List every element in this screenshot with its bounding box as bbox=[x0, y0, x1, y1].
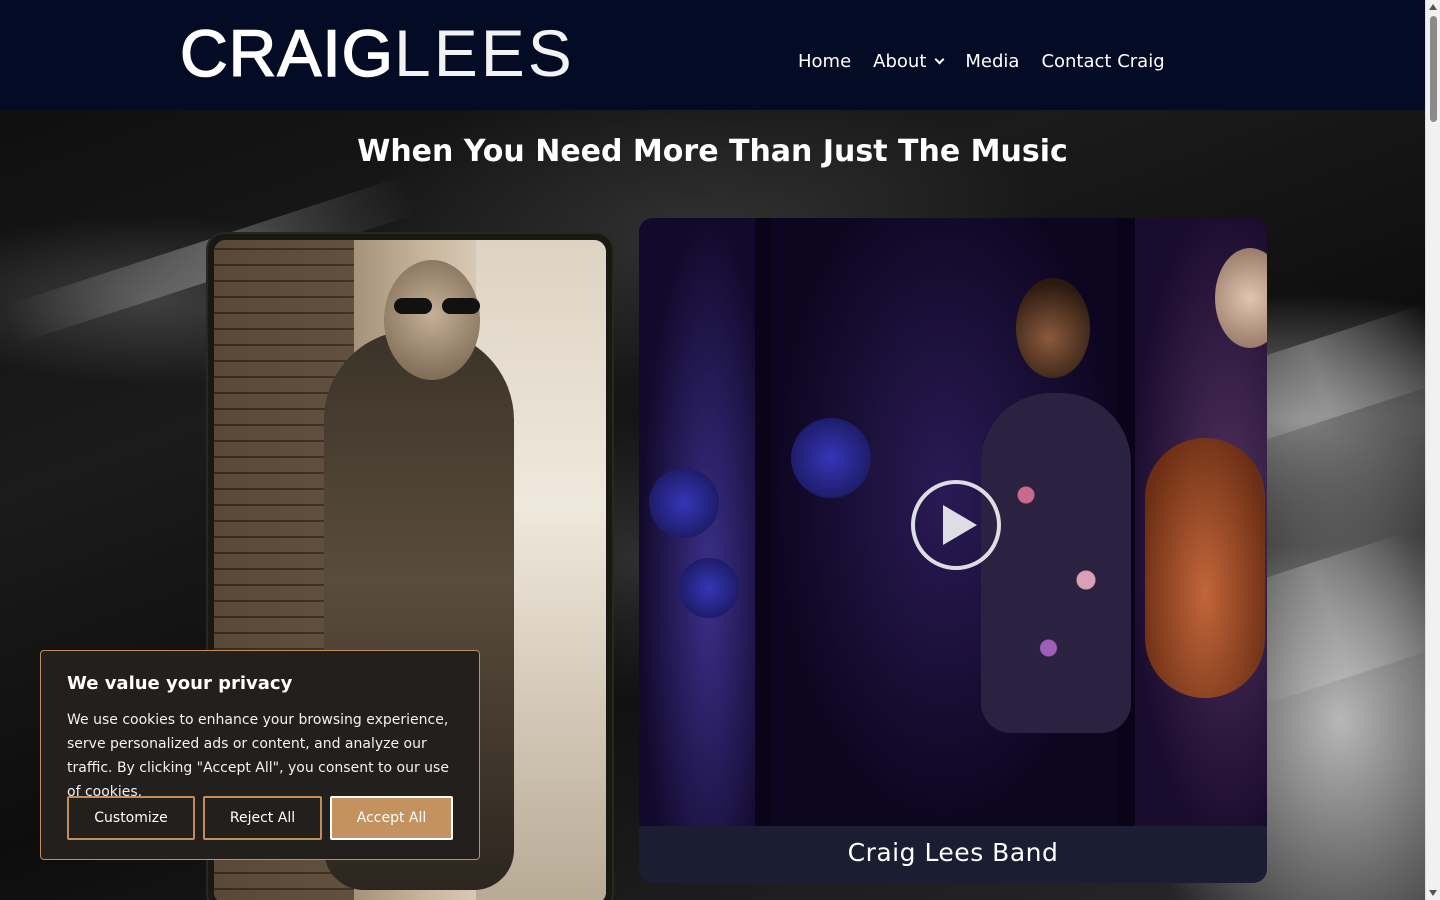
hero-title: When You Need More Than Just The Music bbox=[357, 134, 1068, 169]
video-caption: Craig Lees Band bbox=[639, 826, 1267, 883]
drum bbox=[791, 418, 871, 498]
nav-item-label: Home bbox=[798, 50, 852, 72]
play-triangle bbox=[943, 505, 977, 545]
sunglasses bbox=[394, 298, 480, 314]
guitar bbox=[1145, 438, 1265, 698]
reject-all-button[interactable]: Reject All bbox=[203, 796, 322, 840]
site-logo[interactable]: CRAIGLEES bbox=[179, 16, 575, 90]
play-icon[interactable] bbox=[911, 480, 1001, 570]
nav-item-label: Contact Craig bbox=[1041, 50, 1165, 72]
singer-dress bbox=[981, 393, 1131, 733]
logo-text-bold: CRAIG bbox=[179, 16, 395, 90]
accept-all-button[interactable]: Accept All bbox=[330, 796, 453, 840]
nav-item-about[interactable]: About bbox=[873, 50, 945, 72]
cookie-body: We use cookies to enhance your browsing … bbox=[67, 712, 449, 800]
chevron-down-icon bbox=[934, 54, 945, 64]
cookie-title: We value your privacy bbox=[67, 673, 293, 694]
video-panel-drummer bbox=[639, 218, 755, 826]
singer-head bbox=[1016, 278, 1090, 378]
nav-item-media[interactable]: Media bbox=[965, 51, 1019, 72]
nav-item-home[interactable]: Home bbox=[798, 51, 851, 72]
drum bbox=[649, 468, 719, 538]
video-panel-guitarist bbox=[1135, 218, 1267, 826]
nav-item-label: Media bbox=[965, 50, 1020, 72]
logo-text-light: LEES bbox=[394, 16, 575, 90]
cookie-consent-banner: We value your privacy We use cookies to … bbox=[40, 650, 480, 860]
drum bbox=[679, 558, 739, 618]
page-scrollbar[interactable] bbox=[1425, 0, 1440, 900]
nav-item-contact[interactable]: Contact Craig bbox=[1041, 51, 1164, 72]
guitarist-head bbox=[1215, 248, 1267, 348]
main-nav: Home About Media Contact Craig bbox=[798, 48, 1165, 74]
site-header: CRAIGLEES Home About Media Contact Craig bbox=[0, 0, 1425, 110]
customize-button[interactable]: Customize bbox=[67, 796, 195, 840]
nav-item-label: About bbox=[873, 50, 927, 72]
scroll-thumb[interactable] bbox=[1430, 16, 1437, 122]
cookie-buttons: Customize Reject All Accept All bbox=[67, 796, 453, 840]
band-video-card[interactable]: Craig Lees Band bbox=[639, 218, 1267, 883]
scroll-up-arrow-icon[interactable] bbox=[1429, 4, 1437, 10]
man-head bbox=[384, 260, 480, 380]
scroll-down-arrow-icon[interactable] bbox=[1429, 890, 1437, 896]
